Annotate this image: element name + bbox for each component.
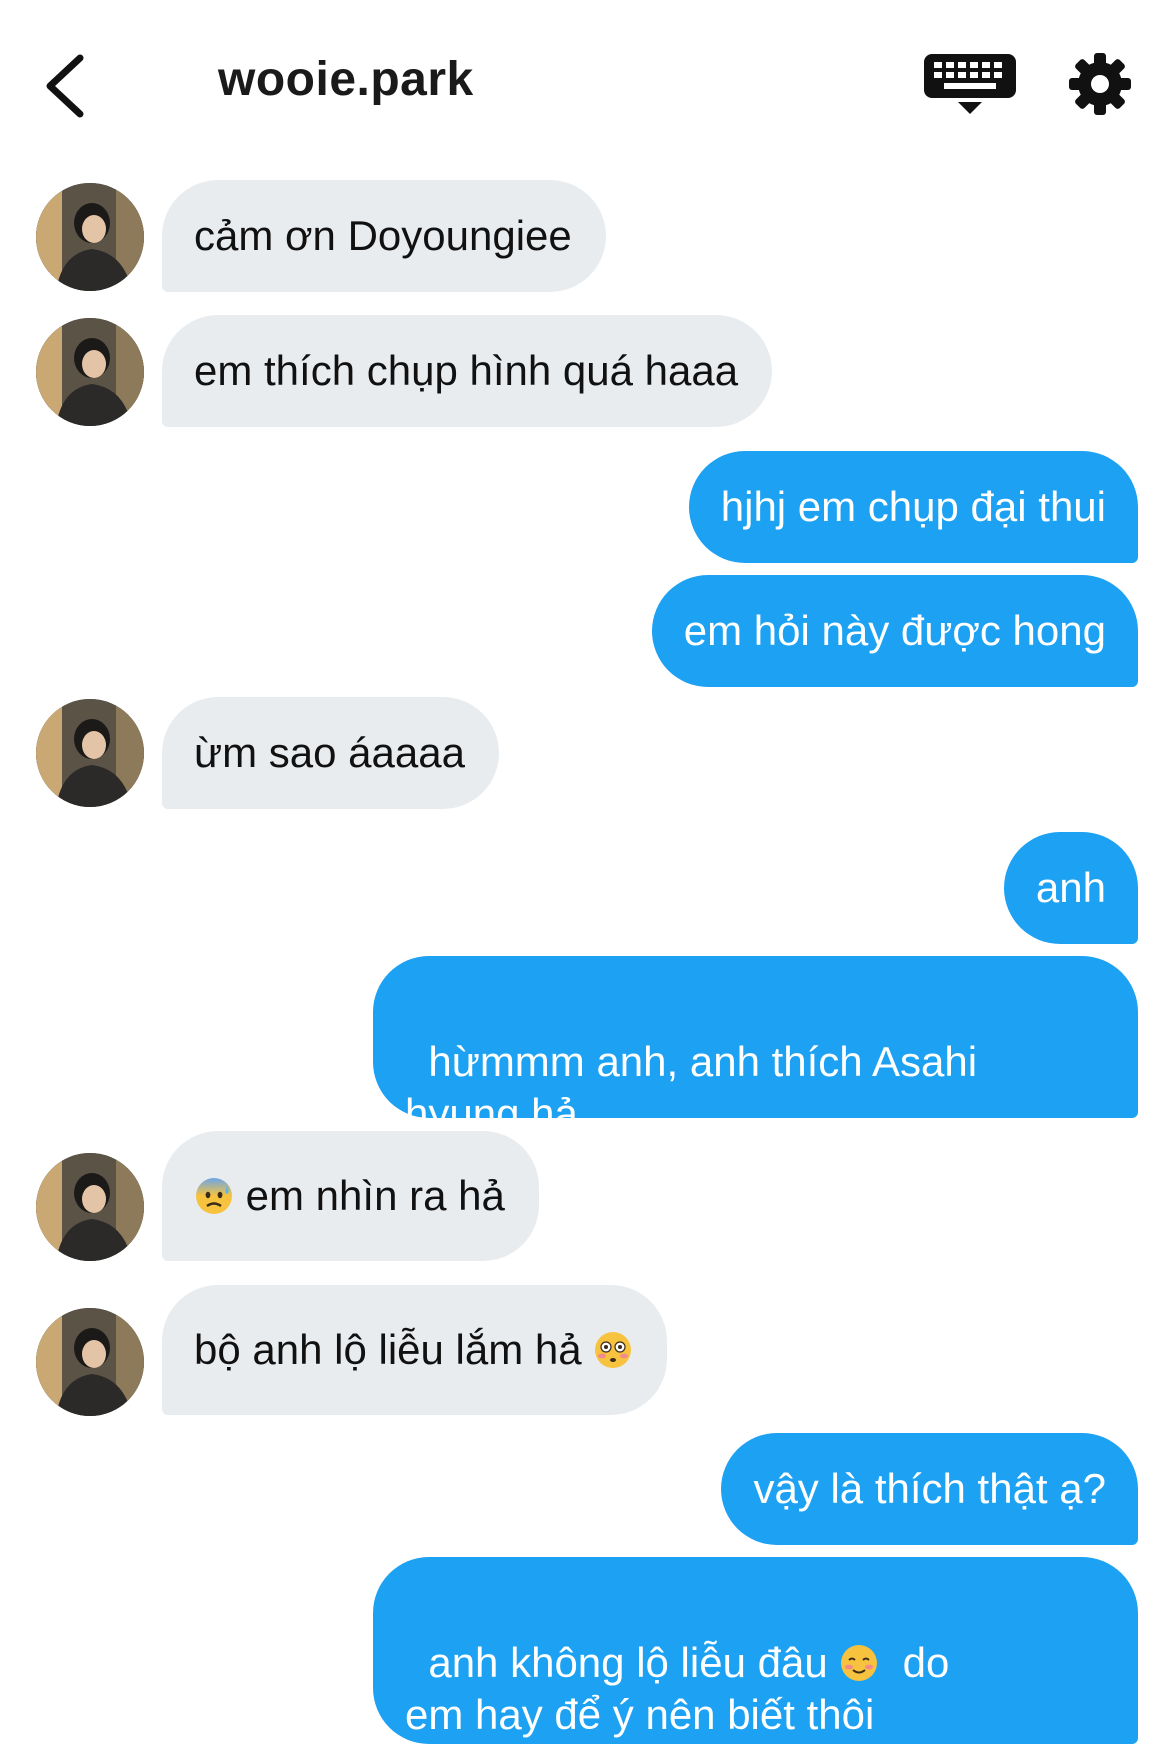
incoming-message[interactable]: bộ anh lộ liễu lắm hả: [162, 1285, 668, 1415]
message-text: ừm sao áaaaa: [194, 729, 465, 776]
conversation-title[interactable]: wooie.park: [218, 52, 474, 107]
settings-button[interactable]: [1068, 52, 1132, 116]
avatar[interactable]: [36, 183, 144, 291]
outgoing-message[interactable]: anh không lộ liễu đâu do em hay để ý nên…: [373, 1557, 1138, 1744]
message-text: hừmmm anh, anh thích Asahi hyung hả: [405, 1038, 989, 1137]
keyboard-icon: [924, 54, 1016, 114]
message-text: hjhj em chụp đại thui: [720, 483, 1106, 530]
smiling-blush-emoji: [841, 1645, 878, 1681]
incoming-message[interactable]: ừm sao áaaaa: [162, 697, 499, 809]
message-text: bộ anh lộ liễu lắm hả: [194, 1326, 594, 1373]
incoming-message[interactable]: em nhìn ra hả: [162, 1131, 539, 1261]
outgoing-message[interactable]: anh: [1003, 832, 1138, 944]
message-text: em hỏi này được hong: [683, 607, 1106, 654]
avatar[interactable]: [36, 699, 144, 807]
flushed-emoji: [595, 1332, 632, 1368]
message-text: anh: [1035, 864, 1106, 911]
anxious-sweat-emoji: [196, 1178, 232, 1214]
avatar[interactable]: [36, 318, 144, 426]
message-text: em thích chụp hình quá haaa: [194, 347, 739, 394]
message-text: em nhìn ra hả: [234, 1172, 505, 1219]
outgoing-message[interactable]: em hỏi này được hong: [651, 575, 1138, 687]
outgoing-message[interactable]: hjhj em chụp đại thui: [688, 451, 1138, 563]
message-text: cảm ơn Doyoungiee: [194, 212, 572, 259]
incoming-message[interactable]: cảm ơn Doyoungiee: [162, 180, 606, 292]
back-button[interactable]: [40, 48, 90, 124]
gear-icon: [1069, 53, 1131, 115]
incoming-message[interactable]: em thích chụp hình quá haaa: [162, 315, 773, 427]
outgoing-message[interactable]: vậy là thích thật ạ?: [721, 1433, 1138, 1545]
message-text: vậy là thích thật ạ?: [753, 1465, 1106, 1512]
avatar[interactable]: [36, 1308, 144, 1416]
avatar[interactable]: [36, 1153, 144, 1261]
message-text: anh không lộ liễu đâu: [428, 1639, 840, 1686]
keyboard-toggle-button[interactable]: [922, 52, 1018, 118]
chat-header: wooie.park: [0, 0, 1170, 170]
back-arrow-icon: [46, 54, 84, 118]
outgoing-message[interactable]: hừmmm anh, anh thích Asahi hyung hả: [373, 956, 1138, 1137]
